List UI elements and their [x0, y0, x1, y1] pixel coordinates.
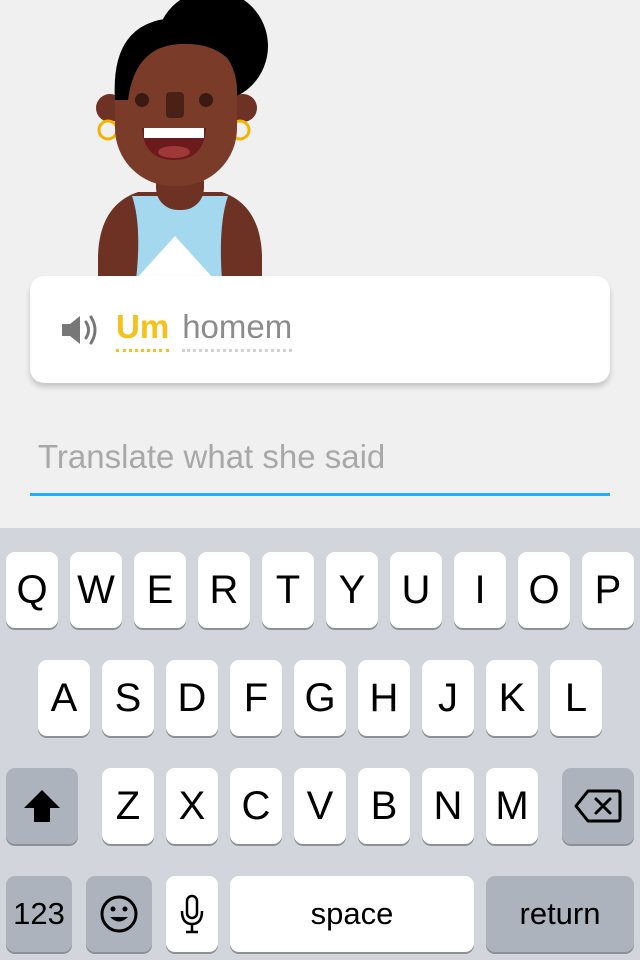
key-q[interactable]: Q	[6, 552, 58, 628]
key-a[interactable]: A	[38, 660, 90, 736]
speaker-icon[interactable]	[60, 312, 100, 348]
key-j[interactable]: J	[422, 660, 474, 736]
key-z[interactable]: Z	[102, 768, 154, 844]
on-screen-keyboard: 123 space return QWERTYUIOP ASDFGHJKL ZXCV…	[0, 528, 640, 960]
emoji-icon	[100, 895, 138, 933]
prompt-card: Um homem	[30, 276, 610, 383]
card-pointer	[137, 236, 213, 278]
emoji-key[interactable]	[86, 876, 152, 952]
key-v[interactable]: V	[294, 768, 346, 844]
key-t[interactable]: T	[262, 552, 314, 628]
key-n[interactable]: N	[422, 768, 474, 844]
key-i[interactable]: I	[454, 552, 506, 628]
numbers-key[interactable]: 123	[6, 876, 72, 952]
prompt-sentence: Um homem	[116, 308, 305, 352]
key-g[interactable]: G	[294, 660, 346, 736]
key-x[interactable]: X	[166, 768, 218, 844]
return-key[interactable]: return	[486, 876, 634, 952]
key-f[interactable]: F	[230, 660, 282, 736]
shift-arrow-icon	[24, 790, 60, 822]
prompt-word[interactable]: homem	[182, 308, 293, 352]
key-w[interactable]: W	[70, 552, 122, 628]
prompt-word[interactable]: Um	[116, 308, 170, 352]
space-key[interactable]: space	[230, 876, 474, 952]
key-m[interactable]: M	[486, 768, 538, 844]
key-d[interactable]: D	[166, 660, 218, 736]
key-s[interactable]: S	[102, 660, 154, 736]
key-h[interactable]: H	[358, 660, 410, 736]
backspace-icon	[574, 789, 622, 823]
translation-input[interactable]	[30, 430, 610, 496]
microphone-icon	[180, 894, 204, 934]
key-p[interactable]: P	[582, 552, 634, 628]
key-k[interactable]: K	[486, 660, 538, 736]
key-e[interactable]: E	[134, 552, 186, 628]
key-c[interactable]: C	[230, 768, 282, 844]
key-y[interactable]: Y	[326, 552, 378, 628]
key-u[interactable]: U	[390, 552, 442, 628]
key-r[interactable]: R	[198, 552, 250, 628]
shift-key[interactable]	[6, 768, 78, 844]
key-b[interactable]: B	[358, 768, 410, 844]
dictation-key[interactable]	[166, 876, 218, 952]
backspace-key[interactable]	[562, 768, 634, 844]
key-l[interactable]: L	[550, 660, 602, 736]
key-o[interactable]: O	[518, 552, 570, 628]
